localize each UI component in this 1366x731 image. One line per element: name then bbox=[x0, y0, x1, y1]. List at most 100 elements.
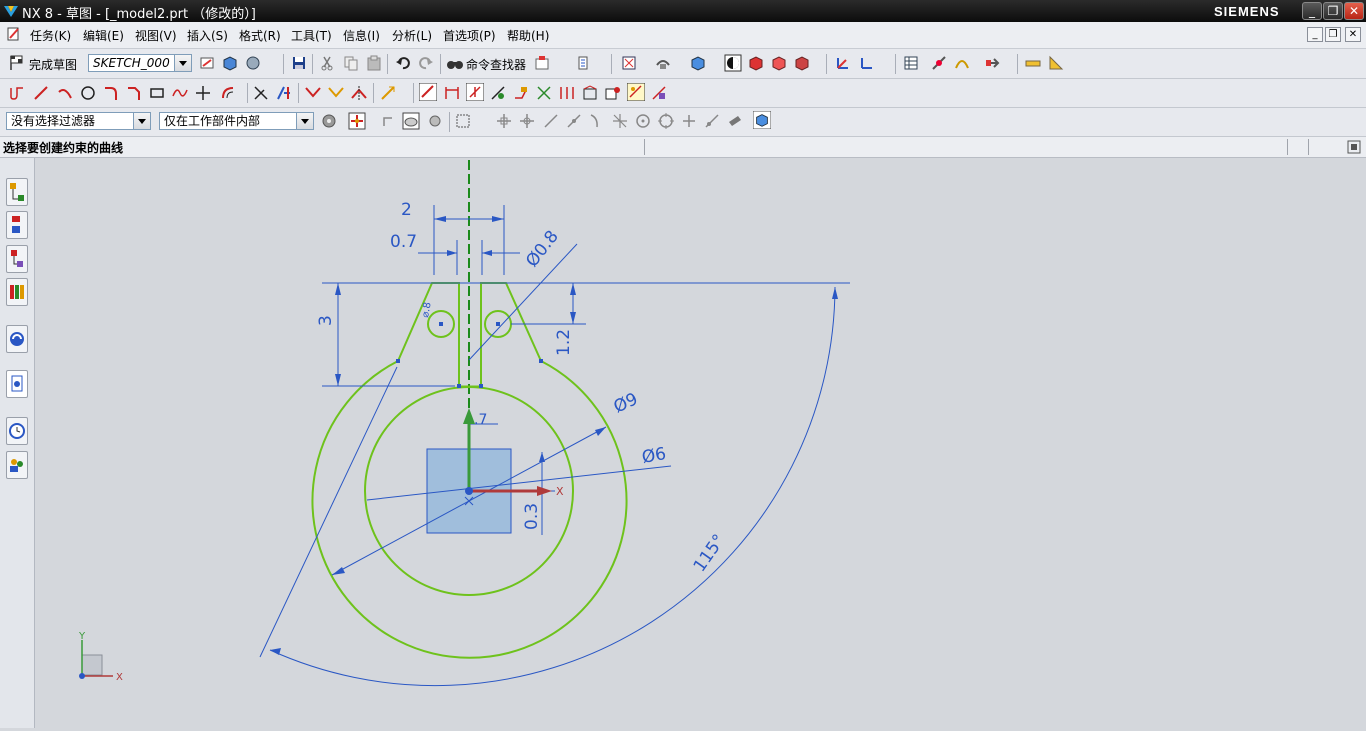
paste-icon[interactable] bbox=[365, 54, 383, 72]
analysis-icon[interactable] bbox=[930, 54, 948, 72]
convert-reference-icon[interactable] bbox=[535, 84, 553, 102]
view-cube-icon[interactable] bbox=[753, 111, 771, 129]
offset-curve-icon[interactable] bbox=[219, 84, 237, 102]
menu-info[interactable]: 信息(I) bbox=[343, 27, 380, 44]
filter-settings-icon[interactable] bbox=[320, 112, 338, 130]
undo-icon[interactable] bbox=[394, 54, 412, 72]
corner-icon[interactable] bbox=[304, 84, 322, 102]
minimize-button[interactable]: _ bbox=[1302, 2, 1322, 20]
assembly-navigator-button[interactable] bbox=[6, 211, 28, 239]
sketch-menu-icon[interactable] bbox=[6, 26, 22, 42]
menu-help[interactable]: 帮助(H) bbox=[507, 27, 549, 44]
dim-hole-dia[interactable]: Ø0.8 bbox=[522, 227, 563, 271]
finish-sketch-icon[interactable] bbox=[8, 54, 26, 72]
snap-endpoint-icon[interactable] bbox=[495, 112, 513, 130]
menu-insert[interactable]: 插入(S) bbox=[187, 27, 228, 44]
snap-tangent-icon[interactable] bbox=[588, 112, 606, 130]
reuse-library-button[interactable] bbox=[6, 278, 28, 306]
constraint-settings-icon[interactable] bbox=[604, 84, 622, 102]
dim-center-offset[interactable]: 0.3 bbox=[522, 503, 542, 530]
menu-preferences[interactable]: 首选项(P) bbox=[443, 27, 496, 44]
rotate-view-icon[interactable] bbox=[654, 54, 672, 72]
history-button[interactable] bbox=[6, 370, 28, 398]
binoculars-icon[interactable] bbox=[446, 54, 464, 72]
dimension-constraint-icon[interactable] bbox=[443, 84, 461, 102]
dim-height[interactable]: 3 bbox=[316, 315, 336, 326]
menu-edit[interactable]: 编辑(E) bbox=[83, 27, 124, 44]
extend-icon[interactable] bbox=[275, 84, 293, 102]
selection-scope-select[interactable]: 仅在工作部件内部 bbox=[159, 112, 314, 130]
dim-neck-width[interactable]: .7 bbox=[474, 412, 487, 428]
snap-intersection-icon[interactable] bbox=[611, 112, 629, 130]
redo-icon[interactable] bbox=[417, 54, 435, 72]
constraint-navigator-button[interactable] bbox=[6, 245, 28, 273]
shade-icon[interactable] bbox=[689, 54, 707, 72]
snap-midpoint-icon[interactable] bbox=[518, 112, 536, 130]
pattern-icon[interactable] bbox=[350, 84, 368, 102]
geometric-constraint-icon[interactable] bbox=[419, 83, 437, 101]
wcs-orient-icon[interactable] bbox=[858, 54, 876, 72]
type-filter-select[interactable]: 没有选择过滤器 bbox=[6, 112, 151, 130]
display-mode-icon[interactable] bbox=[724, 54, 742, 72]
fit-view-icon[interactable] bbox=[620, 54, 638, 72]
snap-existing-point-icon[interactable] bbox=[680, 112, 698, 130]
arc-icon[interactable] bbox=[56, 84, 74, 102]
snap-on-line-icon[interactable] bbox=[703, 112, 721, 130]
ruler-icon[interactable] bbox=[1024, 54, 1042, 72]
mirror-icon[interactable] bbox=[327, 84, 345, 102]
rectangle-select-icon[interactable] bbox=[454, 112, 472, 130]
part-navigator-button[interactable] bbox=[6, 178, 28, 206]
doc-close-button[interactable]: ✕ bbox=[1345, 27, 1361, 42]
chamfer-icon[interactable] bbox=[125, 84, 143, 102]
angle-measure-icon[interactable] bbox=[1047, 54, 1065, 72]
profile-icon[interactable] bbox=[8, 84, 26, 102]
wcs-icon[interactable] bbox=[834, 54, 852, 72]
create-inferred-icon[interactable] bbox=[627, 83, 645, 101]
cut-icon[interactable] bbox=[318, 54, 336, 72]
close-button[interactable]: ✕ bbox=[1344, 2, 1364, 20]
studio-spline-icon[interactable] bbox=[171, 84, 189, 102]
trim-icon[interactable] bbox=[252, 84, 270, 102]
auto-constrain-icon[interactable] bbox=[489, 84, 507, 102]
command-finder-label[interactable]: 命令查找器 bbox=[466, 56, 526, 73]
layer-icon[interactable] bbox=[533, 54, 551, 72]
snap-point-icon[interactable] bbox=[348, 112, 366, 130]
doc-restore-button[interactable]: ❐ bbox=[1325, 27, 1341, 42]
curve-analysis-icon[interactable] bbox=[953, 54, 971, 72]
measure-icon[interactable] bbox=[575, 54, 593, 72]
dim-hole-offset[interactable]: 1.2 bbox=[554, 329, 574, 356]
snap-quadrant-icon[interactable] bbox=[657, 112, 675, 130]
roles-button[interactable] bbox=[6, 451, 28, 479]
web-browser-button[interactable] bbox=[6, 325, 28, 353]
quick-dimension-icon[interactable] bbox=[379, 84, 397, 102]
copy-icon[interactable] bbox=[342, 54, 360, 72]
snap-face-icon[interactable] bbox=[726, 112, 744, 130]
graphics-window[interactable]: 2 0.7 Ø0.8 3 1.2 Ø9 Ø6 .7 0.3 115° ⌀.8 X… bbox=[35, 158, 1366, 728]
fullscreen-icon[interactable] bbox=[1347, 140, 1361, 154]
select-gear-icon[interactable] bbox=[426, 112, 444, 130]
reattach-icon[interactable] bbox=[244, 54, 262, 72]
snap-control-icon[interactable] bbox=[565, 112, 583, 130]
alternate-solution-icon[interactable] bbox=[558, 84, 576, 102]
menu-tools[interactable]: 工具(T) bbox=[291, 27, 332, 44]
dim-width-top[interactable]: 2 bbox=[401, 200, 412, 220]
history-clock-button[interactable] bbox=[6, 417, 28, 445]
sketch-drawing[interactable]: 2 0.7 Ø0.8 3 1.2 Ø9 Ø6 .7 0.3 115° ⌀.8 X… bbox=[35, 158, 1366, 728]
line-icon[interactable] bbox=[32, 84, 50, 102]
rectangle-icon[interactable] bbox=[148, 84, 166, 102]
dim-inner-dia[interactable]: Ø6 bbox=[640, 444, 667, 468]
menu-format[interactable]: 格式(R) bbox=[239, 27, 281, 44]
orient-view-icon[interactable] bbox=[221, 54, 239, 72]
red-cube-icon[interactable] bbox=[747, 54, 765, 72]
snap-point-on-curve-icon[interactable] bbox=[542, 112, 560, 130]
select-bodies-icon[interactable] bbox=[402, 112, 420, 130]
snap-center-icon[interactable] bbox=[634, 112, 652, 130]
red-cube-3-icon[interactable] bbox=[793, 54, 811, 72]
dimension-tools-icon[interactable] bbox=[650, 84, 668, 102]
show-constraints-icon[interactable] bbox=[466, 83, 484, 101]
fillet-icon[interactable] bbox=[102, 84, 120, 102]
sketch-name-select[interactable]: SKETCH_000 bbox=[88, 54, 192, 72]
finish-sketch-label[interactable]: 完成草图 bbox=[29, 56, 77, 73]
save-icon[interactable] bbox=[290, 54, 308, 72]
dim-outer-dia[interactable]: Ø9 bbox=[611, 389, 641, 417]
